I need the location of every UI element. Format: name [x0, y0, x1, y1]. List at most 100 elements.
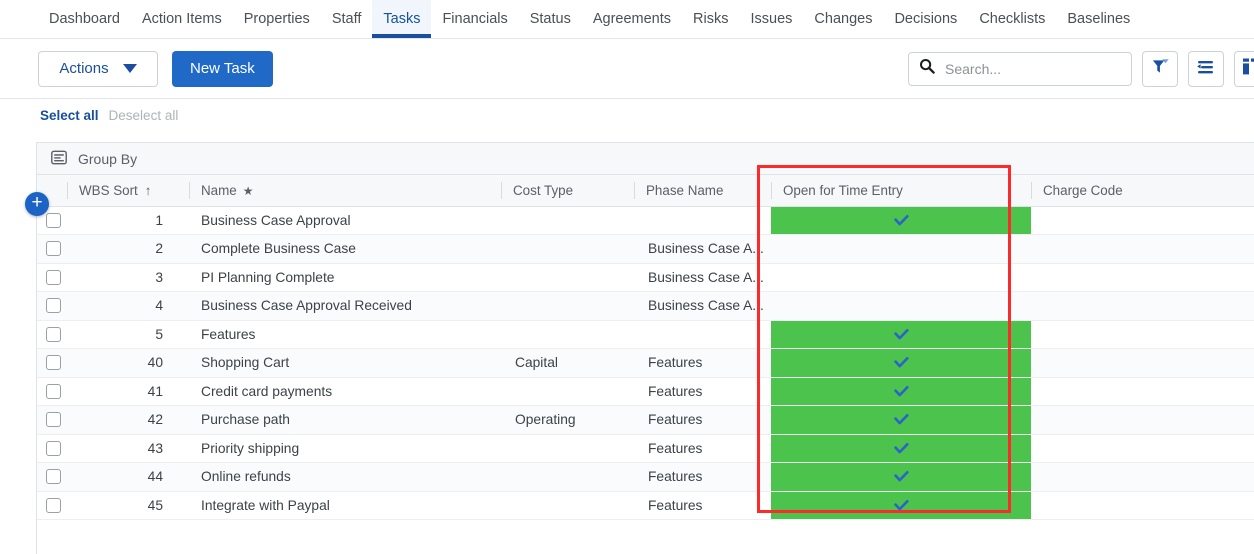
cell-open-for-time-entry[interactable] — [771, 348, 1031, 378]
column-header-label: Name — [201, 182, 237, 198]
new-task-button[interactable]: New Task — [172, 50, 273, 87]
row-select-cell[interactable] — [37, 405, 67, 435]
columns-button[interactable] — [1234, 50, 1254, 87]
nav-tab-decisions[interactable]: Decisions — [883, 0, 968, 38]
table-row[interactable]: 2 Complete Business Case Business Case A..… — [37, 234, 1254, 264]
row-checkbox[interactable] — [46, 326, 61, 342]
table-row[interactable]: 44 Online refunds Features — [37, 462, 1254, 492]
filter-button[interactable] — [1142, 50, 1178, 87]
nav-tab-properties[interactable]: Properties — [233, 0, 321, 38]
row-select-cell[interactable] — [37, 320, 67, 349]
cell-cost — [501, 434, 634, 463]
cell-cost — [501, 491, 634, 520]
add-row-button[interactable]: + — [25, 192, 49, 216]
table-row[interactable]: 41 Credit card payments Features — [37, 377, 1254, 406]
table-row[interactable]: 42 Purchase path Operating Features — [37, 405, 1254, 435]
table-row[interactable]: 45 Integrate with Paypal Features — [37, 491, 1254, 520]
cell-wbs: 3 — [67, 263, 189, 292]
group-by-bar[interactable]: Group By — [37, 143, 1254, 175]
nav-tab-status[interactable]: Status — [519, 0, 582, 38]
cell-open-for-time-entry[interactable] — [771, 206, 1031, 235]
column-header-phase[interactable]: Phase Name — [634, 175, 771, 207]
cell-open-for-time-entry[interactable] — [771, 291, 1031, 321]
row-select-cell[interactable] — [37, 234, 67, 264]
cell-charge — [1031, 206, 1254, 235]
nav-tab-tasks[interactable]: Tasks — [372, 0, 432, 38]
column-header-charge[interactable]: Charge Code — [1031, 175, 1254, 207]
nav-tab-issues[interactable]: Issues — [739, 0, 803, 38]
checkmark-icon — [893, 385, 909, 397]
search-input[interactable] — [943, 59, 1128, 78]
open-for-time-entry-enabled — [771, 406, 1031, 434]
column-header-wbs[interactable]: WBS Sort ↑ — [67, 175, 189, 207]
nav-tab-staff[interactable]: Staff — [321, 0, 373, 38]
cell-cost — [501, 263, 634, 292]
cell-cost: Capital — [501, 348, 634, 378]
cell-wbs: 1 — [67, 206, 189, 235]
column-header-label: Cost Type — [513, 182, 574, 198]
column-header-label: Open for Time Entry — [783, 182, 903, 198]
row-select-cell[interactable] — [37, 377, 67, 406]
cell-open-for-time-entry[interactable] — [771, 263, 1031, 292]
table-row[interactable]: 1 Business Case Approval — [37, 206, 1254, 235]
sort-button[interactable] — [1188, 50, 1224, 87]
cell-open-for-time-entry[interactable] — [771, 405, 1031, 435]
cell-phase: Business Case A... — [634, 291, 771, 321]
nav-tab-baselines[interactable]: Baselines — [1056, 0, 1141, 38]
cell-open-for-time-entry[interactable] — [771, 491, 1031, 520]
search-box[interactable] — [908, 51, 1132, 86]
table-row[interactable]: 5 Features — [37, 320, 1254, 349]
row-select-cell[interactable] — [37, 462, 67, 492]
column-header-name[interactable]: Name ★ — [189, 175, 501, 207]
actions-dropdown-button[interactable]: Actions — [38, 50, 158, 87]
cell-wbs: 42 — [67, 405, 189, 435]
table-row[interactable]: 4 Business Case Approval Received Business… — [37, 291, 1254, 321]
column-header-cost[interactable]: Cost Type — [501, 175, 634, 207]
row-checkbox[interactable] — [46, 469, 61, 485]
row-checkbox[interactable] — [46, 440, 61, 456]
row-checkbox[interactable] — [46, 412, 61, 428]
table-header-row: WBS Sort ↑ Name ★ Cost Type Phase Name Open fo… — [37, 175, 1254, 207]
row-checkbox[interactable] — [46, 497, 61, 513]
row-select-cell[interactable] — [37, 434, 67, 463]
cell-phase: Features — [634, 491, 771, 520]
table-row[interactable]: 3 PI Planning Complete Business Case A... — [37, 263, 1254, 292]
nav-tab-action-items[interactable]: Action Items — [131, 0, 233, 38]
row-checkbox[interactable] — [46, 241, 61, 257]
nav-tab-dashboard[interactable]: Dashboard — [38, 0, 131, 38]
row-checkbox[interactable] — [46, 355, 61, 371]
row-checkbox[interactable] — [46, 298, 61, 314]
table-row[interactable]: 43 Priority shipping Features — [37, 434, 1254, 463]
nav-tab-financials[interactable]: Financials — [431, 0, 518, 38]
row-checkbox[interactable] — [46, 383, 61, 399]
nav-tab-checklists[interactable]: Checklists — [968, 0, 1056, 38]
row-checkbox[interactable] — [46, 269, 61, 285]
sort-list-icon — [1196, 57, 1216, 81]
cell-open-for-time-entry[interactable] — [771, 377, 1031, 406]
row-select-cell[interactable] — [37, 491, 67, 520]
cell-open-for-time-entry[interactable] — [771, 234, 1031, 264]
toolbar: Actions New Task — [0, 39, 1254, 99]
table-row[interactable]: 40 Shopping Cart Capital Features — [37, 348, 1254, 378]
nav-tab-changes[interactable]: Changes — [803, 0, 883, 38]
column-header-open[interactable]: Open for Time Entry — [771, 175, 1031, 207]
checkmark-icon — [893, 471, 909, 482]
cell-name: Complete Business Case — [189, 234, 501, 264]
deselect-all-link[interactable]: Deselect all — [109, 108, 179, 123]
cell-wbs: 44 — [67, 462, 189, 492]
cell-wbs: 40 — [67, 348, 189, 378]
table-header: WBS Sort ↑ Name ★ Cost Type Phase Name Open fo… — [37, 175, 1254, 207]
list-card-icon — [51, 150, 67, 168]
row-select-cell[interactable] — [37, 348, 67, 378]
cell-cost — [501, 320, 634, 349]
nav-tab-risks[interactable]: Risks — [682, 0, 739, 38]
select-all-link[interactable]: Select all — [40, 108, 99, 123]
cell-open-for-time-entry[interactable] — [771, 462, 1031, 492]
nav-tab-agreements[interactable]: Agreements — [582, 0, 682, 38]
cell-open-for-time-entry[interactable] — [771, 434, 1031, 463]
cell-wbs: 41 — [67, 377, 189, 406]
row-select-cell[interactable] — [37, 263, 67, 292]
row-select-cell[interactable] — [37, 291, 67, 321]
row-checkbox[interactable] — [46, 212, 61, 228]
cell-open-for-time-entry[interactable] — [771, 320, 1031, 349]
